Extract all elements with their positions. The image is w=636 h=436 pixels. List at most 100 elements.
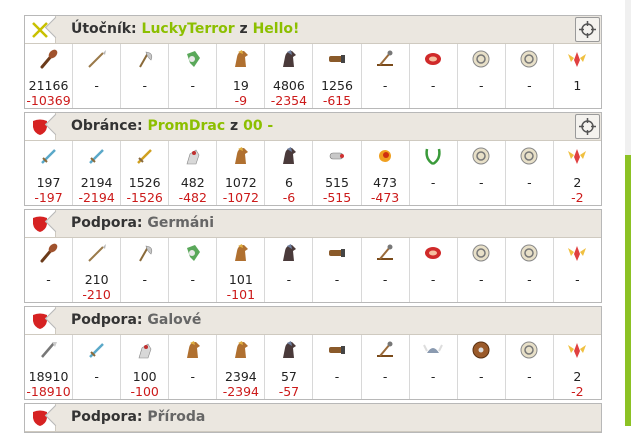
tribe-name-link[interactable]: Hello! [253,21,300,37]
winged-helmet-icon [566,339,588,361]
scrollbar-track[interactable] [625,0,631,155]
spear-icon [86,48,108,70]
joiner-text: z [230,118,239,134]
club-icon [38,242,60,264]
unit-count: - [430,175,436,190]
defender-panel: Obránce: PromDrac z 00 -197 -197 2194 -2194… [24,112,602,206]
pathfinder-icon [134,339,156,361]
unit-count: - [94,369,99,384]
unit-loss: -10369 [26,93,71,108]
shield-icon [33,216,47,232]
tribe-name-link[interactable]: 00 - [243,118,273,134]
unit-count: 515 [325,175,349,190]
unit-column: 473 -473 [362,141,410,205]
catapult-icon [374,242,396,264]
tribe-name: Germáni [147,215,215,231]
panel-header: Obránce: PromDrac z 00 - [25,113,601,141]
panel-badge [25,404,56,431]
unit-count: - [190,78,196,93]
unit-count: - [334,369,340,384]
round-shield-icon [470,339,492,361]
unit-count: - [478,78,484,93]
unit-count: 101 [228,272,253,287]
unit-count: - [478,369,484,384]
player-name-link[interactable]: PromDrac [148,118,226,134]
unit-column: - [410,238,458,302]
unit-loss: -101 [226,287,256,302]
unit-column: - [25,238,74,302]
crosshair-button[interactable] [575,114,600,139]
ring-icon [518,339,540,361]
unit-loss: -2194 [78,190,115,205]
viking-helmet-icon [422,339,444,361]
unit-column: - [458,238,506,302]
panel-title: Podpora: Galové [71,312,201,328]
ram-icon [326,48,348,70]
scrollbar-thumb[interactable] [625,155,631,426]
unit-column: 515 -515 [313,141,362,205]
unit-count: 473 [373,175,398,190]
crosshair-icon [579,118,596,135]
unit-column: 6 -6 [265,141,314,205]
axe-icon [134,242,156,264]
unit-column: 21166 -10369 [25,44,74,108]
unit-column: - [410,141,458,205]
unit-column: - [458,141,506,205]
unit-count: - [142,78,147,93]
long-sword-icon [86,145,108,167]
unit-count: - [527,175,532,190]
druid-rider-icon [230,339,252,361]
unit-column: 2194 -2194 [73,141,122,205]
ring-icon [518,145,540,167]
catapult-icon [374,48,396,70]
unit-count: 21166 [28,78,69,93]
ring-icon [518,48,540,70]
unit-count: 4806 [273,78,305,93]
unit-table: 21166 -10369- - -19 -9 4806 -2354 1256 -615- - - -1 [25,44,601,108]
unit-column: 100 -100 [121,335,170,399]
panel-badge [25,210,56,237]
crosshair-button[interactable] [575,17,600,42]
unit-column: - [506,335,554,399]
unit-loss: -2394 [222,384,260,399]
spear-icon [86,242,108,264]
black-horse-icon [278,145,300,167]
unit-count: - [382,369,388,384]
winged-helmet-icon [566,48,588,70]
support-panel: Podpora: Galové 18910 -18910-100 -100-2394-… [24,306,602,400]
shield-icon [33,313,47,329]
unit-column: - [362,238,410,302]
panel-badge [25,16,56,43]
unit-loss: -57 [278,384,300,399]
unit-column: 19 -9 [217,44,266,108]
cannon-icon [326,145,348,167]
unit-column: - [169,238,218,302]
unit-column: - [73,335,122,399]
unit-count: 1072 [224,175,257,190]
club-icon [38,48,60,70]
panel-header: Podpora: Germáni [25,210,601,238]
panel-title: Útočník: LuckyTerror z Hello! [71,21,299,37]
unit-loss: -482 [178,190,207,205]
unit-loss: -1526 [126,190,163,205]
tribe-name: Galové [147,312,202,328]
tribe-name: Příroda [147,409,206,425]
unit-column: - [458,44,506,108]
unit-count: 197 [36,175,61,190]
player-name-link[interactable]: LuckyTerror [142,21,235,37]
shield-icon [33,119,47,135]
joiner-text: z [239,21,248,37]
axe-icon [134,48,156,70]
unit-column: 57 -57 [265,335,314,399]
unit-column: - [554,238,601,302]
horse-rider-icon [182,145,204,167]
panel-title: Obránce: PromDrac z 00 - [71,118,273,134]
unit-count: - [334,272,340,287]
unit-column: - [265,238,314,302]
unit-column: 101 -101 [217,238,266,302]
unit-column: 4806 -2354 [265,44,314,108]
scout-icon [182,48,204,70]
panel-header: Útočník: LuckyTerror z Hello! [25,16,601,44]
ram-icon [326,339,348,361]
unit-column: - [169,44,218,108]
